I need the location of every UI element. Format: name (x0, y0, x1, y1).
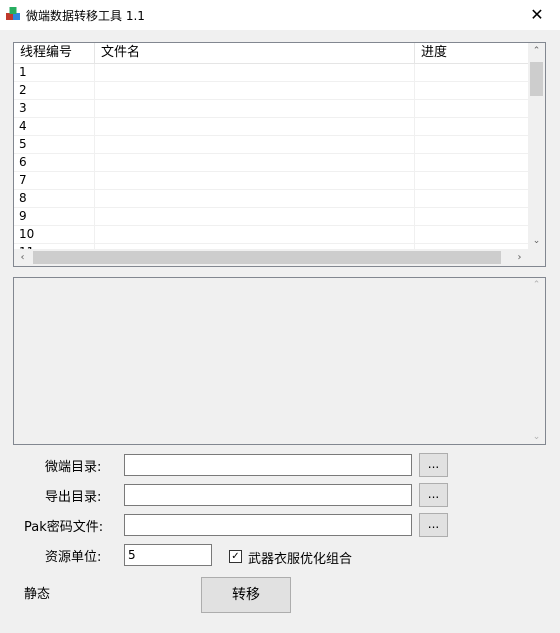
progress-cell (415, 172, 529, 189)
optimize-label[interactable]: 武器衣服优化组合 (248, 548, 352, 567)
thread-id-cell: 1 (14, 64, 95, 81)
table-row[interactable]: 8 (14, 190, 529, 208)
checkmark-icon: ✓ (231, 551, 240, 562)
log-scrollbar[interactable]: ⌃ ⌄ (528, 278, 545, 444)
pak-key-label: Pak密码文件: (24, 520, 104, 535)
resource-unit-label: 资源单位: (45, 550, 102, 565)
status-text: 静态 (24, 587, 51, 602)
list-header: 线程编号 文件名 进度 (14, 43, 529, 64)
app-cubes-icon (6, 7, 20, 20)
export-dir-label: 导出目录: (45, 490, 102, 505)
scroll-down-icon[interactable]: ⌄ (528, 432, 545, 442)
log-output[interactable]: ⌃ ⌄ (13, 277, 546, 445)
browse-pak-key-button[interactable]: ... (419, 513, 448, 537)
title-bar: 微端数据转移工具 1.1 ✕ (0, 0, 560, 30)
thread-id-cell: 3 (14, 100, 95, 117)
table-row[interactable]: 7 (14, 172, 529, 190)
thread-id-cell: 10 (14, 226, 95, 243)
list-horizontal-scrollbar[interactable]: ‹ › (14, 249, 545, 266)
resource-unit-input[interactable] (124, 544, 212, 566)
scroll-up-icon[interactable]: ⌃ (528, 280, 545, 290)
filename-cell (95, 226, 415, 243)
transfer-button[interactable]: 转移 (201, 577, 291, 613)
thread-id-cell: 7 (14, 172, 95, 189)
scroll-left-icon[interactable]: ‹ (14, 249, 31, 266)
filename-cell (95, 190, 415, 207)
column-header-filename[interactable]: 文件名 (95, 43, 415, 63)
thread-id-cell: 2 (14, 82, 95, 99)
browse-export-dir-button[interactable]: ... (419, 483, 448, 507)
column-header-thread-id[interactable]: 线程编号 (14, 43, 95, 63)
table-row[interactable]: 5 (14, 136, 529, 154)
filename-cell (95, 172, 415, 189)
progress-cell (415, 154, 529, 171)
column-header-progress[interactable]: 进度 (415, 43, 529, 63)
table-row[interactable]: 1 (14, 64, 529, 82)
progress-cell (415, 64, 529, 81)
thread-id-cell: 5 (14, 136, 95, 153)
filename-cell (95, 136, 415, 153)
scroll-thumb[interactable] (33, 251, 501, 264)
table-row[interactable]: 3 (14, 100, 529, 118)
scroll-right-icon[interactable]: › (511, 249, 528, 266)
progress-cell (415, 190, 529, 207)
progress-cell (415, 100, 529, 117)
window-title: 微端数据转移工具 1.1 (26, 9, 145, 23)
filename-cell (95, 208, 415, 225)
thread-file-list[interactable]: 线程编号 文件名 进度 1 2 3 4 5 6 7 8 9 10 11 ⌃ ⌄ … (13, 42, 546, 267)
table-row[interactable]: 2 (14, 82, 529, 100)
thread-id-cell: 8 (14, 190, 95, 207)
close-icon: ✕ (530, 5, 544, 24)
list-rows: 1 2 3 4 5 6 7 8 9 10 11 (14, 64, 529, 262)
pak-key-input[interactable] (124, 514, 412, 536)
filename-cell (95, 118, 415, 135)
micro-dir-input[interactable] (124, 454, 412, 476)
table-row[interactable]: 9 (14, 208, 529, 226)
thread-id-cell: 9 (14, 208, 95, 225)
list-vertical-scrollbar[interactable]: ⌃ ⌄ (528, 43, 545, 250)
table-row[interactable]: 6 (14, 154, 529, 172)
filename-cell (95, 154, 415, 171)
progress-cell (415, 136, 529, 153)
thread-id-cell: 6 (14, 154, 95, 171)
progress-cell (415, 226, 529, 243)
progress-cell (415, 82, 529, 99)
filename-cell (95, 64, 415, 81)
micro-dir-label: 微端目录: (45, 460, 102, 475)
scroll-up-icon[interactable]: ⌃ (528, 43, 545, 60)
browse-micro-dir-button[interactable]: ... (419, 453, 448, 477)
table-row[interactable]: 10 (14, 226, 529, 244)
progress-cell (415, 118, 529, 135)
scroll-down-icon[interactable]: ⌄ (528, 233, 545, 250)
table-row[interactable]: 4 (14, 118, 529, 136)
scroll-thumb[interactable] (530, 62, 543, 96)
optimize-checkbox[interactable]: ✓ (229, 550, 242, 563)
filename-cell (95, 82, 415, 99)
thread-id-cell: 4 (14, 118, 95, 135)
close-button[interactable]: ✕ (514, 0, 560, 30)
progress-cell (415, 208, 529, 225)
filename-cell (95, 100, 415, 117)
export-dir-input[interactable] (124, 484, 412, 506)
scrollbar-corner (528, 249, 545, 266)
